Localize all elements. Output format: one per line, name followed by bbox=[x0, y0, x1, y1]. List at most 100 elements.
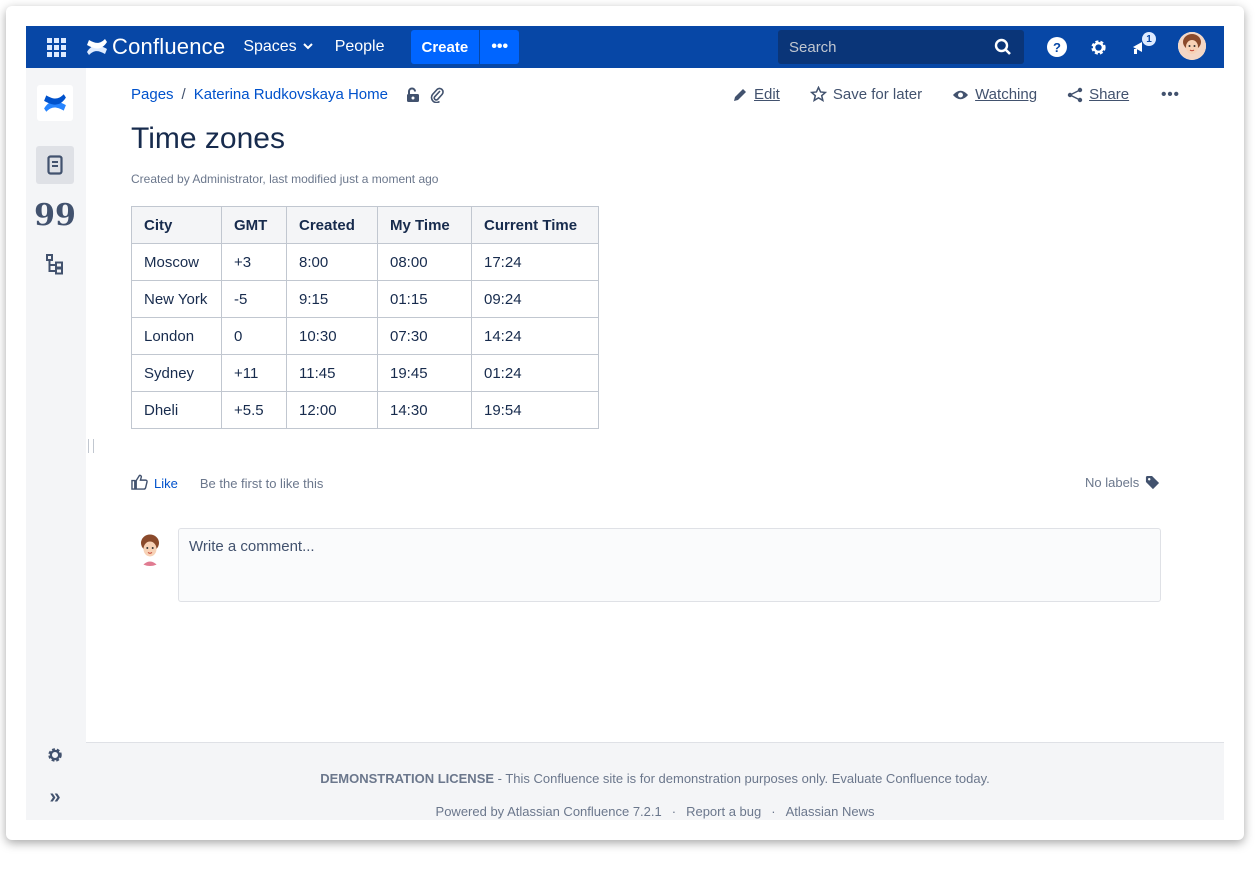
labels-text: No labels bbox=[1085, 475, 1140, 490]
footer-separator: · bbox=[771, 804, 776, 819]
confluence-screen: Confluence Spaces People Create ••• Sear… bbox=[26, 26, 1224, 820]
save-for-later-button[interactable]: Save for later bbox=[809, 86, 923, 103]
table-cell: 01:24 bbox=[471, 354, 599, 392]
table-cell: London bbox=[131, 317, 222, 355]
like-summary: Be the first to like this bbox=[199, 476, 324, 491]
like-button[interactable]: Like bbox=[154, 476, 178, 491]
notification-badge: 1 bbox=[1142, 32, 1156, 46]
table-cell: 0 bbox=[221, 317, 287, 355]
share-icon bbox=[1067, 87, 1083, 102]
comment-input[interactable]: Write a comment... bbox=[178, 528, 1161, 602]
footer-links: Powered by Atlassian Confluence 7.2.1 · Re… bbox=[86, 804, 1224, 819]
table-cell: New York bbox=[131, 280, 222, 318]
report-bug-link[interactable]: Report a bug bbox=[686, 804, 761, 819]
save-for-later-label: Save for later bbox=[832, 86, 923, 103]
paperclip-icon[interactable] bbox=[430, 87, 444, 103]
sidebar-resize-handle[interactable] bbox=[88, 439, 94, 453]
labels-section[interactable]: No labels bbox=[1085, 475, 1160, 490]
table-cell: 08:00 bbox=[377, 243, 472, 281]
search-input[interactable]: Search bbox=[778, 30, 1024, 64]
table-cell: +11 bbox=[221, 354, 287, 392]
unlock-icon[interactable] bbox=[406, 87, 420, 103]
chevron-down-icon bbox=[302, 41, 313, 53]
table-cell: Sydney bbox=[131, 354, 222, 392]
table-row: Dheli +5.5 12:00 14:30 19:54 bbox=[131, 391, 599, 429]
nav-people[interactable]: People bbox=[335, 26, 385, 68]
table-cell: 9:15 bbox=[286, 280, 378, 318]
avatar bbox=[134, 532, 166, 566]
breadcrumb-pages-link[interactable]: Pages bbox=[131, 86, 174, 103]
breadcrumb: Pages / Katerina Rudkovskaya Home bbox=[131, 86, 444, 103]
table-cell: 8:00 bbox=[286, 243, 378, 281]
table-cell: 07:30 bbox=[377, 317, 472, 355]
create-more-button[interactable]: ••• bbox=[479, 30, 520, 64]
table-cell: Moscow bbox=[131, 243, 222, 281]
expand-icon[interactable]: » bbox=[36, 778, 74, 816]
footer: DEMONSTRATION LICENSE - This Confluence … bbox=[86, 742, 1224, 820]
table-cell: +3 bbox=[221, 243, 287, 281]
tag-icon bbox=[1146, 475, 1160, 490]
atlassian-news-link[interactable]: Atlassian News bbox=[786, 804, 875, 819]
table-header-cell: City bbox=[131, 206, 222, 244]
top-navigation-bar: Confluence Spaces People Create ••• Sear… bbox=[26, 26, 1224, 68]
footer-separator: · bbox=[671, 804, 677, 819]
page-title: Time zones bbox=[131, 122, 285, 155]
space-sidebar: 99 » bbox=[26, 68, 86, 820]
share-button[interactable]: Share bbox=[1067, 86, 1129, 103]
space-settings-icon[interactable] bbox=[36, 736, 74, 774]
window-frame: Confluence Spaces People Create ••• Sear… bbox=[6, 6, 1244, 840]
license-text: - This Confluence site is for demonstrat… bbox=[494, 771, 990, 786]
table-cell: Dheli bbox=[131, 391, 222, 429]
like-row: Like Be the first to like this bbox=[131, 474, 323, 493]
nav-spaces-label: Spaces bbox=[243, 38, 297, 55]
table-cell: 10:30 bbox=[286, 317, 378, 355]
table-cell: 19:45 bbox=[377, 354, 472, 392]
blog-quote-icon[interactable]: 99 bbox=[34, 196, 76, 234]
more-actions-button[interactable]: ••• bbox=[1161, 86, 1180, 103]
license-notice: DEMONSTRATION LICENSE - This Confluence … bbox=[86, 771, 1224, 786]
pencil-icon bbox=[734, 88, 746, 101]
help-icon[interactable]: ? bbox=[1047, 37, 1067, 57]
time-zones-table: City GMT Created My Time Current Time Mo… bbox=[131, 206, 599, 429]
table-cell: 14:30 bbox=[377, 391, 472, 429]
share-label: Share bbox=[1089, 86, 1130, 103]
megaphone-icon[interactable]: 1 bbox=[1130, 32, 1156, 57]
table-header-cell: Current Time bbox=[471, 206, 599, 244]
search-placeholder: Search bbox=[789, 38, 837, 56]
search-icon[interactable] bbox=[994, 38, 1012, 60]
comment-placeholder: Write a comment... bbox=[189, 538, 315, 555]
app-switcher-icon[interactable] bbox=[26, 26, 86, 68]
table-row: Moscow +3 8:00 08:00 17:24 bbox=[131, 243, 599, 281]
nav-spaces[interactable]: Spaces bbox=[243, 26, 313, 68]
table-cell: 12:00 bbox=[286, 391, 378, 429]
table-header-cell: My Time bbox=[377, 206, 472, 244]
table-row: Sydney +11 11:45 19:45 01:24 bbox=[131, 354, 599, 392]
confluence-logo[interactable]: Confluence bbox=[86, 26, 225, 68]
watching-button[interactable]: Watching bbox=[952, 86, 1037, 103]
page-byline: Created by Administrator, last modified … bbox=[131, 172, 439, 186]
table-row: New York -5 9:15 01:15 09:24 bbox=[131, 280, 599, 318]
pages-icon[interactable] bbox=[36, 146, 74, 184]
thumbs-up-icon[interactable] bbox=[131, 474, 148, 493]
confluence-logo-icon bbox=[87, 39, 107, 55]
breadcrumb-separator: / bbox=[181, 86, 186, 103]
table-header-row: City GMT Created My Time Current Time bbox=[131, 206, 599, 244]
star-icon bbox=[809, 86, 827, 102]
page-tree-icon[interactable] bbox=[36, 246, 74, 284]
table-header-cell: Created bbox=[286, 206, 378, 244]
breadcrumb-home-link[interactable]: Katerina Rudkovskaya Home bbox=[194, 86, 388, 103]
table-cell: 01:15 bbox=[377, 280, 472, 318]
table-cell: -5 bbox=[221, 280, 287, 318]
table-header-cell: GMT bbox=[221, 206, 287, 244]
powered-by-link[interactable]: Powered by Atlassian Confluence 7.2.1 bbox=[436, 804, 662, 819]
gear-icon[interactable] bbox=[1088, 37, 1108, 57]
table-cell: 09:24 bbox=[471, 280, 599, 318]
watching-label: Watching bbox=[975, 86, 1038, 103]
confluence-logo-icon[interactable] bbox=[37, 85, 73, 121]
table-cell: 14:24 bbox=[471, 317, 599, 355]
avatar[interactable] bbox=[1178, 32, 1206, 60]
edit-button[interactable]: Edit bbox=[732, 86, 780, 103]
create-button[interactable]: Create bbox=[410, 30, 480, 64]
table-row: London 0 10:30 07:30 14:24 bbox=[131, 317, 599, 355]
eye-icon bbox=[953, 90, 969, 99]
